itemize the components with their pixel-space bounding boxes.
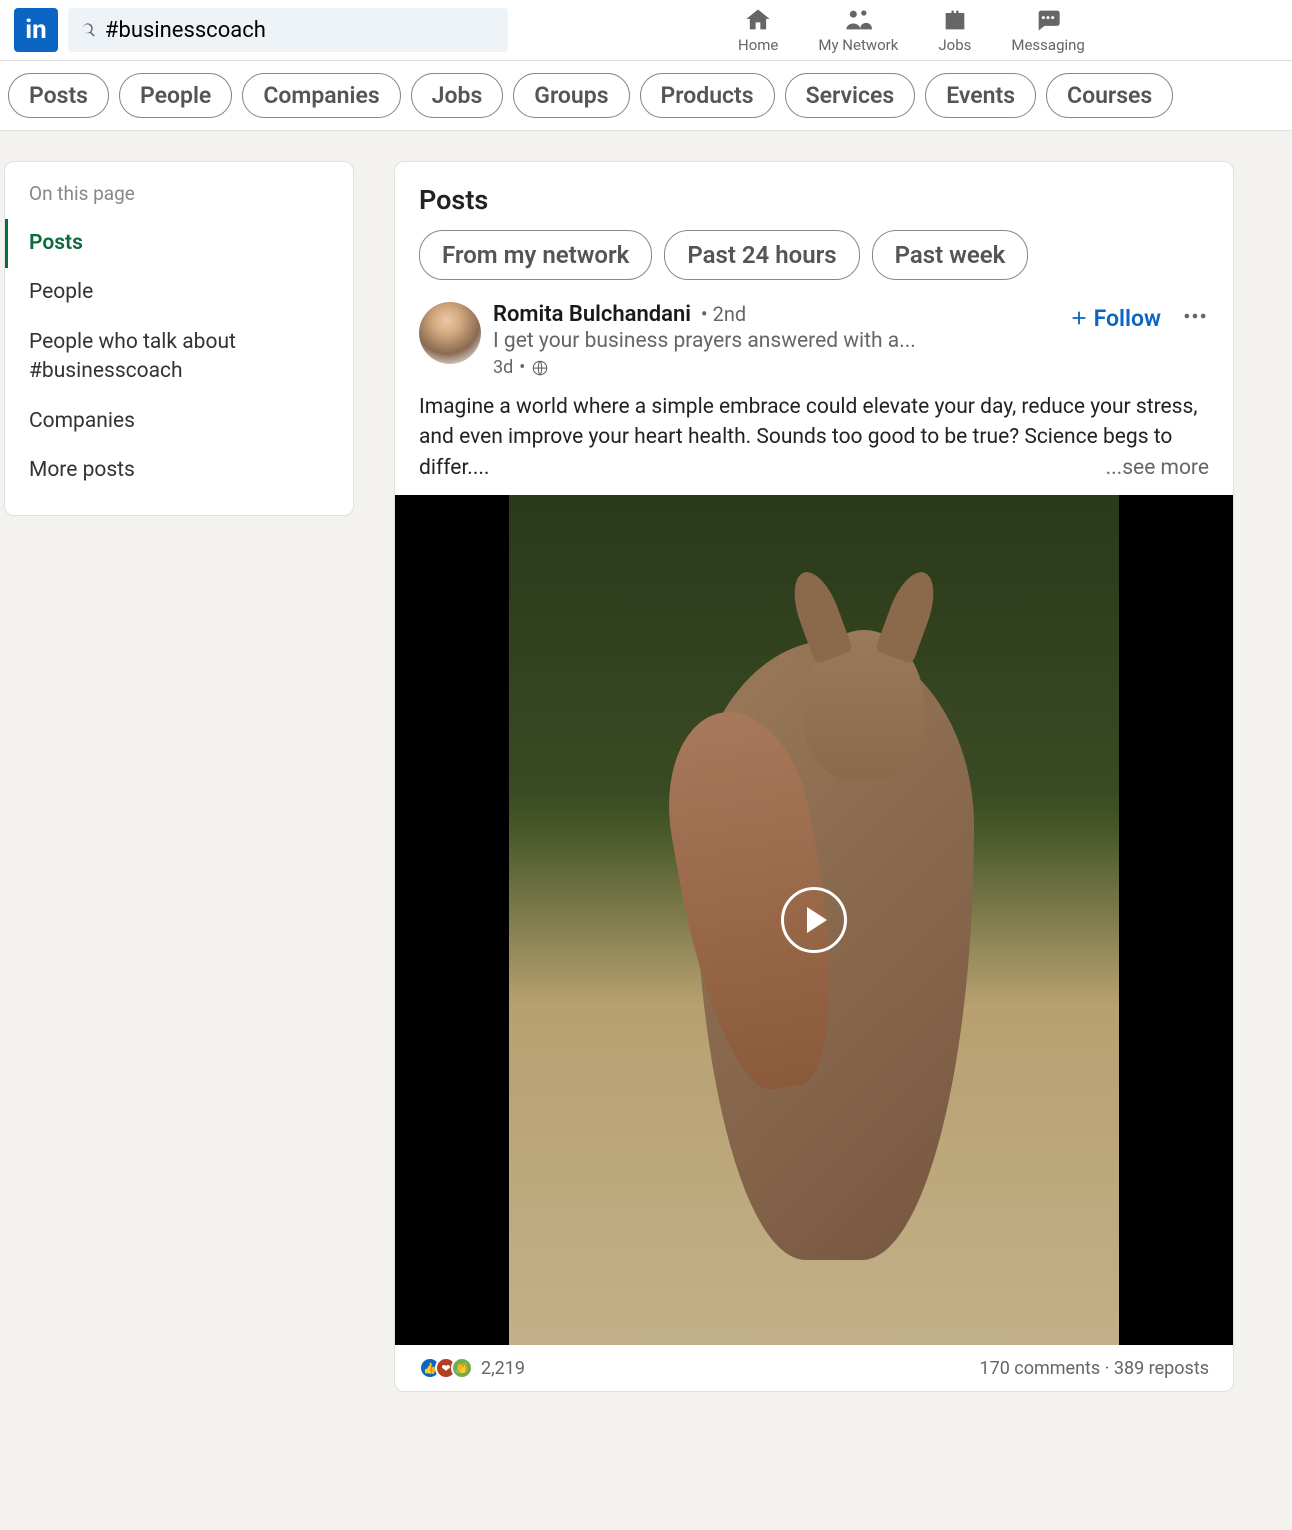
posts-title: Posts [395, 162, 1233, 230]
search-filters: Posts People Companies Jobs Groups Produ… [0, 61, 1292, 131]
author-name[interactable]: Romita Bulchandani [493, 302, 691, 327]
sidebar-item-people[interactable]: People [5, 268, 353, 317]
nav-network[interactable]: My Network [798, 6, 918, 54]
nav-messaging[interactable]: Messaging [991, 6, 1104, 54]
global-header: in Home My Network Jobs Messaging [0, 0, 1292, 61]
dot-separator: · [1105, 1358, 1114, 1379]
sidebar-item-companies[interactable]: Companies [5, 397, 353, 446]
post-text: Imagine a world where a simple embrace c… [395, 378, 1233, 487]
post-subfilters: From my network Past 24 hours Past week [395, 230, 1233, 302]
filter-people[interactable]: People [119, 73, 232, 118]
post-actions: Follow [1068, 302, 1209, 334]
sidebar-item-people-who-talk[interactable]: People who talk about #businesscoach [5, 318, 353, 397]
filter-courses[interactable]: Courses [1046, 73, 1173, 118]
play-button[interactable] [781, 887, 847, 953]
nav-label: My Network [818, 36, 898, 54]
nav-jobs[interactable]: Jobs [918, 6, 991, 54]
author-tagline: I get your business prayers answered wit… [493, 329, 1068, 353]
reposts-count[interactable]: 389 reposts [1114, 1358, 1209, 1379]
filter-companies[interactable]: Companies [242, 73, 400, 118]
connection-degree: • 2nd [701, 302, 746, 326]
post-timestamp: 3d • [493, 357, 1068, 378]
filter-products[interactable]: Products [640, 73, 775, 118]
follow-button[interactable]: Follow [1068, 305, 1161, 332]
reaction-icons: 👍 ❤ 👏 [419, 1357, 473, 1379]
celebrate-icon: 👏 [451, 1357, 473, 1379]
top-nav: Home My Network Jobs Messaging [718, 6, 1105, 54]
post-meta: Romita Bulchandani • 2nd I get your busi… [493, 302, 1068, 378]
home-icon [744, 6, 772, 34]
see-more-link[interactable]: ...see more [1106, 453, 1209, 483]
post-stats: 👍 ❤ 👏 2,219 170 comments · 389 reposts [395, 1345, 1233, 1391]
subfilter-network[interactable]: From my network [419, 230, 652, 280]
engagement-counts: 170 comments · 389 reposts [979, 1358, 1209, 1379]
messaging-icon [1034, 6, 1062, 34]
plus-icon [1068, 307, 1090, 329]
reaction-count: 2,219 [481, 1358, 525, 1379]
linkedin-logo[interactable]: in [14, 8, 58, 52]
more-icon [1181, 302, 1209, 330]
globe-icon [531, 359, 549, 377]
post-age: 3d [493, 357, 513, 378]
dot-separator: • [519, 357, 525, 378]
post-video[interactable] [395, 495, 1233, 1345]
filter-services[interactable]: Services [785, 73, 916, 118]
jobs-icon [941, 6, 969, 34]
nav-label: Home [738, 36, 778, 54]
sidebar-item-more-posts[interactable]: More posts [5, 446, 353, 495]
post-header: Romita Bulchandani • 2nd I get your busi… [395, 302, 1233, 378]
post-more-menu[interactable] [1181, 302, 1209, 334]
posts-panel: Posts From my network Past 24 hours Past… [394, 161, 1234, 1392]
nav-home[interactable]: Home [718, 6, 798, 54]
feed-post: Romita Bulchandani • 2nd I get your busi… [395, 302, 1233, 1391]
filter-jobs[interactable]: Jobs [411, 73, 504, 118]
on-this-page-sidebar: On this page Posts People People who tal… [4, 161, 354, 516]
search-box[interactable] [68, 8, 508, 52]
sidebar-title: On this page [5, 182, 353, 219]
subfilter-week[interactable]: Past week [872, 230, 1029, 280]
search-icon [80, 21, 97, 39]
filter-groups[interactable]: Groups [513, 73, 629, 118]
filter-posts[interactable]: Posts [8, 73, 109, 118]
comments-count[interactable]: 170 comments [979, 1358, 1100, 1379]
filter-events[interactable]: Events [925, 73, 1036, 118]
network-icon [844, 6, 872, 34]
nav-label: Messaging [1011, 36, 1084, 54]
content-area: On this page Posts People People who tal… [0, 131, 1292, 1392]
reactions[interactable]: 👍 ❤ 👏 2,219 [419, 1357, 525, 1379]
nav-label: Jobs [938, 36, 971, 54]
author-avatar[interactable] [419, 302, 481, 364]
search-input[interactable] [105, 18, 496, 43]
subfilter-24h[interactable]: Past 24 hours [664, 230, 859, 280]
sidebar-item-posts[interactable]: Posts [5, 219, 353, 268]
